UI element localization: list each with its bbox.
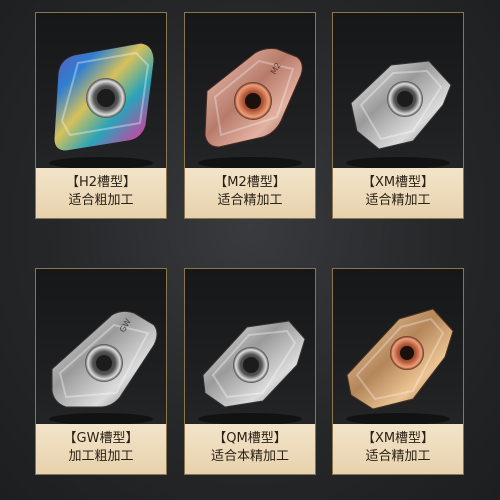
card-label: 【GW槽型】 加工粗加工 <box>36 424 166 474</box>
product-card-gw[interactable]: GW 【GW槽型】 加工粗加工 <box>35 268 167 475</box>
product-card-h2[interactable]: 【H2槽型】 适合粗加工 <box>35 12 167 219</box>
card-subtitle: 适合粗加工 <box>68 193 134 208</box>
card-title: 【GW槽型】 <box>63 431 139 446</box>
card-title: 【XM槽型】 <box>361 431 435 446</box>
card-subtitle: 适合精加工 <box>365 193 431 208</box>
card-label: 【XM槽型】 适合精加工 <box>333 424 463 474</box>
insert-silver-icon <box>198 320 306 425</box>
card-label: 【QM槽型】 适合本精加工 <box>185 424 315 474</box>
card-title: 【H2槽型】 <box>65 175 137 190</box>
product-card-m2[interactable]: M2 【M2槽型】 适合精加工 <box>184 12 316 219</box>
card-label: 【H2槽型】 适合粗加工 <box>36 168 166 218</box>
insert-rose-gold-icon: M2 <box>198 48 303 169</box>
card-label: 【M2槽型】 适合精加工 <box>185 168 315 218</box>
card-subtitle: 适合精加工 <box>217 193 283 208</box>
insert-gold-icon <box>346 308 454 425</box>
card-label: 【XM槽型】 适合精加工 <box>333 168 463 218</box>
product-card-xm[interactable]: 【XM槽型】 适合精加工 <box>332 12 464 219</box>
card-subtitle: 适合精加工 <box>365 449 431 464</box>
card-title: 【QM槽型】 <box>213 431 287 446</box>
product-card-xm-gold[interactable]: 【XM槽型】 适合精加工 <box>332 268 464 475</box>
insert-silver-icon: GW <box>49 310 158 425</box>
insert-rainbow-icon <box>49 42 155 169</box>
card-title: 【XM槽型】 <box>361 175 435 190</box>
card-title: 【M2槽型】 <box>214 175 286 190</box>
insert-silver-icon <box>346 60 452 169</box>
card-subtitle: 适合本精加工 <box>210 449 289 464</box>
card-subtitle: 加工粗加工 <box>68 449 134 464</box>
product-card-qm[interactable]: 【QM槽型】 适合本精加工 <box>184 268 316 475</box>
